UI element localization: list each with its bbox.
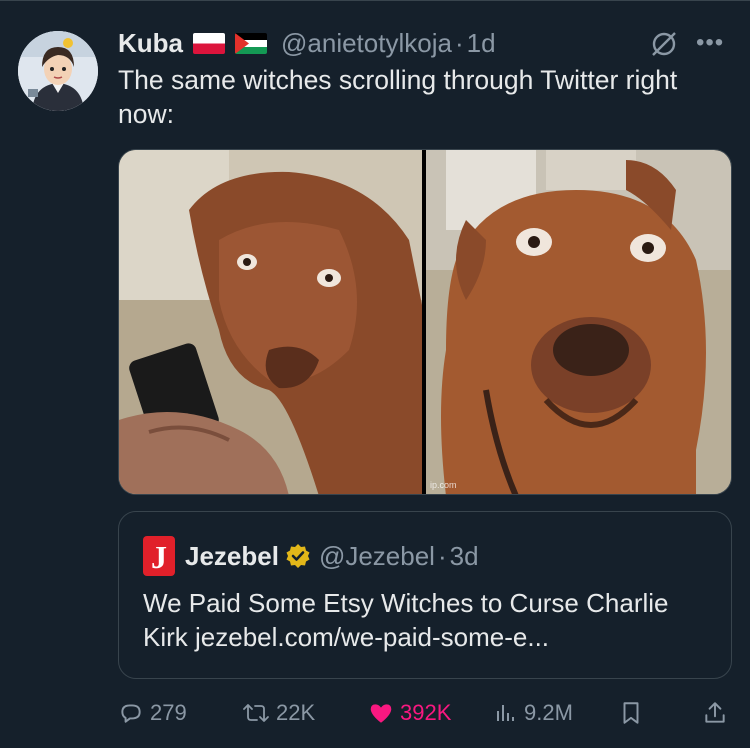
tweet-header: Kuba @anietotylkoja · 1d (118, 23, 496, 63)
retweet-count: 22K (276, 700, 316, 725)
share-button[interactable] (702, 693, 734, 733)
reply-icon (121, 704, 141, 723)
quoted-tweet[interactable]: J Jezebel @Jezebel · 3d We Paid Some Ets… (118, 511, 732, 679)
quote-text: We Paid Some Etsy Witches to Curse Charl… (143, 588, 669, 652)
quote-separator: · (437, 540, 447, 571)
verified-badge-icon (286, 544, 310, 568)
quote-header: J Jezebel @Jezebel · 3d (143, 536, 479, 576)
share-icon (705, 702, 725, 723)
palestine-flag-icon (235, 32, 267, 54)
more-icon[interactable]: ••• (696, 29, 724, 57)
bookmark-icon (623, 702, 639, 724)
retweet-button[interactable]: 22K (242, 693, 315, 733)
no-edit-icon[interactable] (648, 28, 680, 60)
separator: · (454, 27, 464, 58)
like-button[interactable]: 392K (368, 693, 451, 733)
author-handle[interactable]: @anietotylkoja (281, 28, 452, 59)
author-name[interactable]: Kuba (118, 28, 183, 59)
view-count: 9.2M (524, 700, 573, 725)
avatar-illustration (18, 31, 98, 111)
quote-handle: @Jezebel (318, 540, 435, 571)
views-icon (497, 705, 514, 721)
bookmark-button[interactable] (618, 693, 650, 733)
media-grid[interactable]: ip.com (118, 149, 732, 495)
dog-shocked-image[interactable]: ip.com (426, 150, 731, 494)
jezebel-logo: J (143, 536, 175, 576)
tweet-text: The same witches scrolling through Twitt… (118, 65, 678, 129)
avatar[interactable] (18, 31, 98, 111)
image-watermark: ip.com (430, 480, 457, 490)
reply-button[interactable]: 279 (118, 693, 187, 733)
action-bar: 279 22K 392K 9.2M (118, 693, 732, 733)
retweet-icon (243, 704, 269, 722)
quote-author-name: Jezebel (185, 540, 279, 571)
reply-count: 279 (150, 700, 187, 725)
heart-icon (370, 704, 392, 723)
tweet[interactable]: Kuba @anietotylkoja · 1d ••• The same wi… (0, 0, 750, 748)
poland-flag-icon (193, 32, 225, 54)
timestamp[interactable]: 1d (467, 28, 496, 59)
quote-timestamp: 3d (449, 540, 479, 571)
views-button[interactable]: 9.2M (494, 693, 573, 733)
like-count: 392K (400, 700, 452, 725)
dog-phone-image[interactable] (119, 150, 422, 494)
